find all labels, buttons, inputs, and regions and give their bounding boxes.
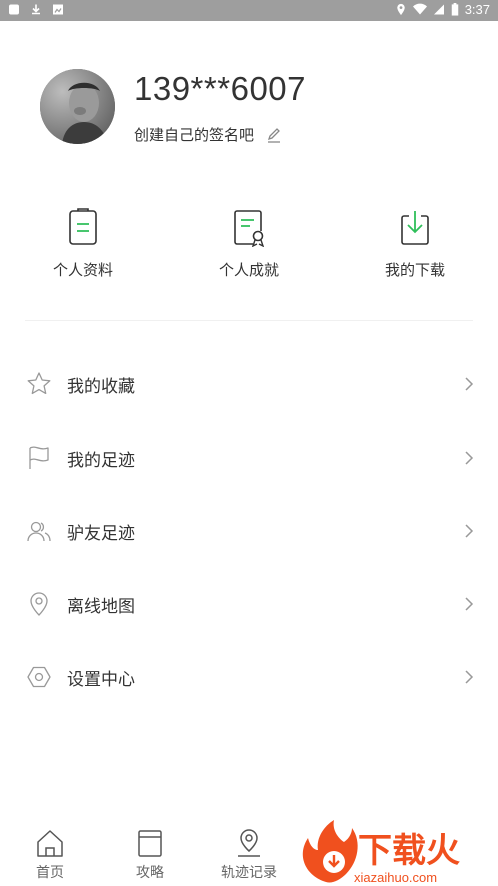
avatar-photo bbox=[40, 69, 115, 144]
flag-icon bbox=[29, 446, 49, 469]
status-bar: 3:37 bbox=[0, 0, 498, 21]
menu-item-label: 离线地图 bbox=[67, 597, 135, 617]
signature-text: 创建自己的签名吧 bbox=[134, 126, 255, 144]
menu-item-label: 驴友足迹 bbox=[67, 524, 135, 544]
watermark-url: xiazaihuo.com bbox=[354, 870, 437, 885]
nav-home[interactable]: 首页 bbox=[10, 828, 90, 882]
battery-icon bbox=[451, 3, 458, 16]
nav-label: 首页 bbox=[36, 865, 64, 881]
location-status-icon bbox=[396, 3, 405, 16]
download-icon bbox=[401, 211, 429, 245]
chevron-right-icon bbox=[465, 524, 474, 538]
chevron-right-icon bbox=[465, 670, 474, 684]
quick-action-downloads[interactable]: 我的下载 bbox=[355, 207, 475, 280]
menu-item-travel-friends[interactable]: 驴友足迹 bbox=[0, 494, 498, 568]
watermark-brand: 下载火 bbox=[358, 831, 460, 871]
quick-actions: 个人资料 个人成就 我的下载 bbox=[0, 207, 498, 287]
menu-item-label: 我的收藏 bbox=[67, 377, 135, 397]
profile-document-icon bbox=[69, 208, 97, 245]
settings-hexagon-icon bbox=[27, 666, 51, 688]
signature-row[interactable]: 创建自己的签名吧 bbox=[134, 124, 282, 145]
status-bar-system: 3:37 bbox=[395, 2, 490, 17]
quick-action-label: 个人资料 bbox=[52, 261, 113, 279]
menu-item-favorites[interactable]: 我的收藏 bbox=[0, 347, 498, 421]
nav-label: 攻略 bbox=[136, 865, 164, 881]
wifi-icon bbox=[412, 3, 427, 15]
friends-icon bbox=[27, 521, 51, 542]
status-time: 3:37 bbox=[464, 2, 490, 17]
quick-action-label: 我的下载 bbox=[384, 261, 445, 279]
menu-item-settings[interactable]: 设置中心 bbox=[0, 640, 498, 714]
quick-action-profile[interactable]: 个人资料 bbox=[23, 207, 143, 280]
quick-action-achievement[interactable]: 个人成就 bbox=[189, 207, 309, 280]
username: 139***6007 bbox=[134, 70, 306, 107]
download-notification-icon bbox=[32, 4, 40, 15]
chevron-right-icon bbox=[465, 597, 474, 611]
watermark-logo: 下载火 xiazaihuo.com bbox=[302, 820, 460, 885]
track-pin-icon bbox=[238, 829, 260, 857]
edit-pencil-icon[interactable] bbox=[266, 127, 282, 143]
signal-icon bbox=[433, 4, 444, 15]
nav-label: 轨迹记录 bbox=[221, 865, 277, 881]
nav-guide[interactable]: 攻略 bbox=[110, 828, 190, 882]
menu-item-footprints[interactable]: 我的足迹 bbox=[0, 421, 498, 495]
image-notification-icon bbox=[53, 4, 63, 15]
menu-item-label: 设置中心 bbox=[67, 670, 135, 690]
menu-item-offline-map[interactable]: 离线地图 bbox=[0, 567, 498, 641]
guide-book-icon bbox=[138, 830, 162, 857]
status-bar-notifications bbox=[8, 3, 64, 16]
home-icon bbox=[37, 830, 63, 857]
chevron-right-icon bbox=[465, 377, 474, 391]
nav-track-record[interactable]: 轨迹记录 bbox=[209, 828, 289, 882]
menu-item-label: 我的足迹 bbox=[67, 451, 135, 471]
chevron-right-icon bbox=[465, 451, 474, 465]
notification-app-icon bbox=[9, 4, 19, 15]
avatar[interactable] bbox=[40, 69, 115, 144]
location-pin-icon bbox=[30, 592, 48, 616]
star-icon bbox=[27, 372, 51, 395]
achievement-certificate-icon bbox=[234, 210, 265, 247]
section-divider bbox=[25, 320, 473, 321]
quick-action-label: 个人成就 bbox=[218, 261, 279, 279]
